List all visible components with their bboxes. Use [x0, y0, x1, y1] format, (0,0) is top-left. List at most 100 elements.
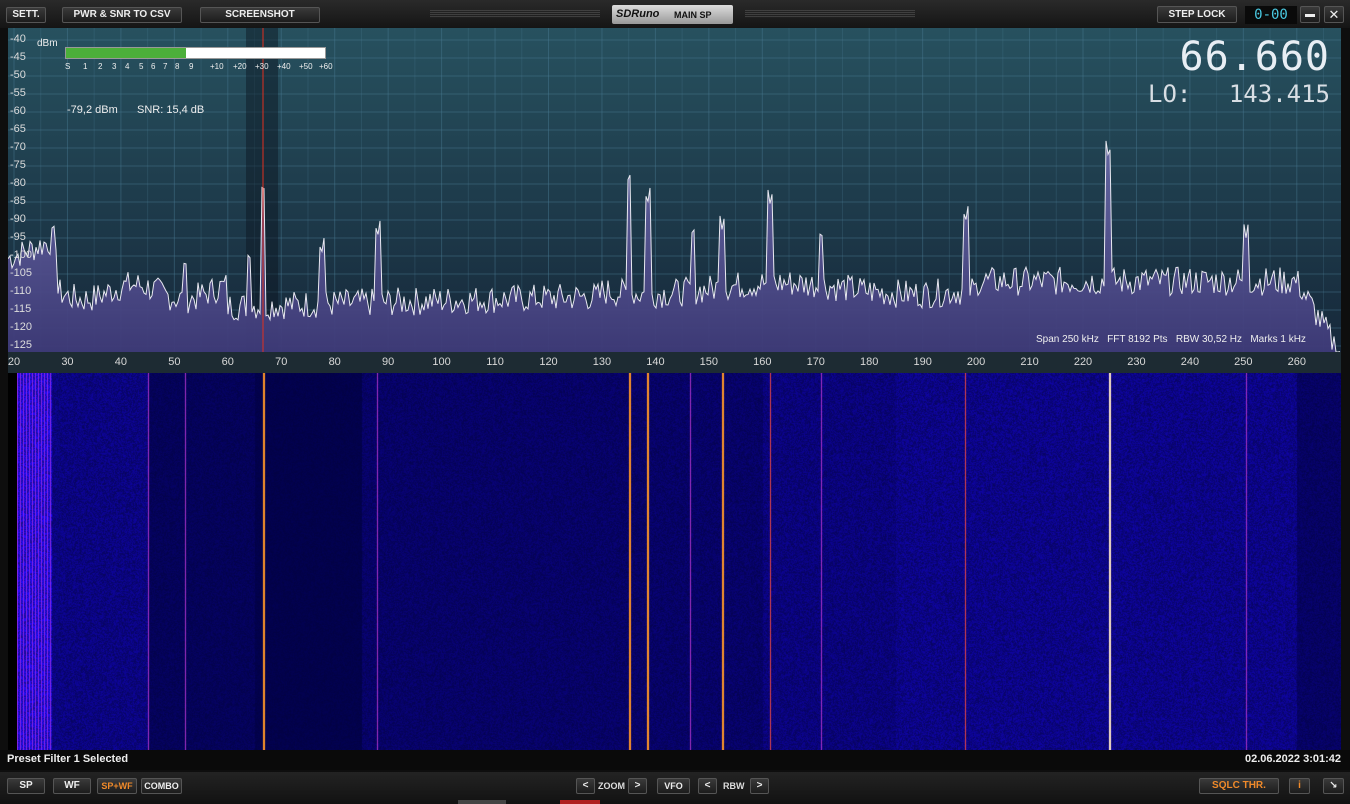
sp-mode-button[interactable]: SP: [7, 778, 45, 794]
resize-handle[interactable]: ↘: [1323, 778, 1344, 794]
s-meter-label: +30: [255, 62, 269, 71]
frequency-display[interactable]: 66.660: [1180, 34, 1331, 80]
dbm-unit-label: dBm: [37, 38, 58, 49]
freq-axis-label: 20: [7, 356, 21, 368]
zoom-in-button[interactable]: >: [628, 778, 647, 794]
db-scale-label: -60: [10, 105, 26, 117]
s-meter-label: 4: [125, 62, 130, 71]
freq-axis-label: 180: [860, 356, 879, 368]
db-scale-label: -120: [10, 321, 33, 333]
waterfall-display[interactable]: [17, 373, 1341, 750]
freq-axis-label: 70: [275, 356, 288, 368]
freq-axis-label: 100: [432, 356, 451, 368]
freq-axis-label: 80: [328, 356, 341, 368]
db-scale-label: -90: [10, 213, 26, 225]
status-bar: Preset Filter 1 Selected 02.06.2022 3:01…: [0, 750, 1350, 770]
drag-grip-left[interactable]: [430, 10, 600, 18]
s-meter-label: 2: [98, 62, 103, 71]
s-meter-label: 3: [112, 62, 117, 71]
s-meter: [65, 47, 326, 59]
db-scale-label: -105: [10, 267, 33, 279]
combo-mode-button[interactable]: COMBO: [141, 778, 182, 794]
clock-display: 0-00: [1245, 6, 1297, 24]
freq-axis-label: 140: [646, 356, 665, 368]
freq-axis-label: 150: [699, 356, 719, 368]
spectrum-panel[interactable]: [8, 28, 1341, 352]
s-meter-label: 1: [83, 62, 88, 71]
level-readout: -79,2 dBm: [67, 104, 118, 116]
db-scale-label: -70: [10, 141, 26, 153]
s-meter-label: 5: [139, 62, 144, 71]
db-scale-label: -110: [10, 285, 32, 297]
wf-mode-button[interactable]: WF: [53, 778, 91, 794]
db-scale-label: -125: [10, 339, 33, 351]
info-button[interactable]: i: [1289, 778, 1310, 794]
close-button[interactable]: ✕: [1324, 6, 1344, 23]
s-meter-label: 8: [175, 62, 180, 71]
db-scale-label: -80: [10, 177, 26, 189]
s-meter-label: +20: [233, 62, 247, 71]
screenshot-button[interactable]: SCREENSHOT: [200, 7, 320, 23]
minimize-button[interactable]: ▬: [1300, 6, 1320, 23]
status-datetime: 02.06.2022 3:01:42: [1244, 753, 1341, 765]
freq-axis-label: 30: [61, 356, 74, 368]
freq-axis-label: 130: [592, 356, 612, 368]
scroll-indicator[interactable]: [458, 800, 506, 804]
db-scale-label: -40: [10, 33, 26, 45]
freq-axis-label: 230: [1127, 356, 1146, 368]
lo-label: LO:: [1148, 80, 1192, 108]
sqlc-threshold-button[interactable]: SQLC THR.: [1199, 778, 1279, 794]
db-scale: -40 -45 -50 -55 -60 -65 -70 -75 -80 -85 -90 -95 -100…: [8, 28, 48, 352]
pwr-snr-csv-button[interactable]: PWR & SNR TO CSV: [62, 7, 182, 23]
zoom-out-button[interactable]: <: [576, 778, 595, 794]
s-meter-label: +60: [319, 62, 333, 71]
freq-axis-label: 260: [1287, 356, 1306, 368]
db-scale-label: -75: [10, 159, 26, 171]
freq-axis-label: 200: [966, 356, 986, 368]
sp-wf-mode-button[interactable]: SP+WF: [97, 778, 137, 794]
snr-readout: SNR: 15,4 dB: [137, 104, 205, 116]
freq-axis-label: 90: [382, 356, 395, 368]
s-meter-label: +50: [299, 62, 313, 71]
drag-grip-right[interactable]: [745, 10, 915, 18]
freq-axis-label: 220: [1073, 356, 1093, 368]
vfo-button[interactable]: VFO: [657, 778, 690, 794]
step-lock-button[interactable]: STEP LOCK: [1157, 6, 1237, 23]
freq-axis-label: 170: [806, 356, 825, 368]
s-meter-label: +40: [277, 62, 291, 71]
s-meter-label: +10: [210, 62, 224, 71]
db-scale-label: -65: [10, 123, 26, 135]
db-scale-label: -55: [10, 87, 26, 99]
spectrum-info: Span 250 kHz FFT 8192 Pts RBW 30,52 Hz M…: [1036, 334, 1306, 345]
freq-axis-label: 50: [168, 356, 181, 368]
freq-axis-label: 40: [114, 356, 128, 368]
brand-label: SDRuno: [616, 8, 660, 20]
freq-axis-label: 60: [221, 356, 234, 368]
db-scale-label: -45: [10, 51, 26, 63]
s-meter-fill: [66, 48, 187, 58]
status-message: Preset Filter 1 Selected: [7, 753, 129, 765]
s-meter-scale: S 1 2 3 4 5 6 7 8 9 +10 +20 +30 +40 +50 +60: [65, 62, 333, 74]
db-scale-label: -85: [10, 195, 26, 207]
main-sp-label: MAIN SP: [674, 10, 712, 20]
zoom-label: ZOOM: [598, 781, 625, 791]
freq-axis-label: 110: [486, 356, 504, 368]
scroll-indicator-active[interactable]: [560, 800, 600, 804]
rbw-label: RBW: [723, 781, 745, 791]
settings-button[interactable]: SETT.: [6, 7, 46, 23]
db-scale-label: -100: [10, 249, 33, 261]
s-meter-label: S: [65, 62, 71, 71]
top-toolbar: SETT. PWR & SNR TO CSV SCREENSHOT SDRuno…: [0, 0, 1350, 28]
db-scale-label: -115: [10, 303, 32, 315]
db-scale-label: -95: [10, 231, 26, 243]
frequency-axis[interactable]: 20 30 40 50 60 70 80 90 100 110 120 130 140 150 160 170…: [8, 352, 1341, 373]
rbw-up-button[interactable]: >: [750, 778, 769, 794]
sdruno-logo: SDRuno MAIN SP: [612, 5, 733, 24]
waterfall-left-margin: [8, 373, 17, 750]
db-scale-label: -50: [10, 69, 26, 81]
bottom-toolbar: SP WF SP+WF COMBO < ZOOM > VFO < RBW > S…: [0, 772, 1350, 804]
freq-axis-label: 210: [1020, 356, 1039, 368]
rbw-down-button[interactable]: <: [698, 778, 717, 794]
lo-frequency-display[interactable]: 143.415: [1229, 80, 1330, 108]
freq-axis-label: 190: [913, 356, 932, 368]
